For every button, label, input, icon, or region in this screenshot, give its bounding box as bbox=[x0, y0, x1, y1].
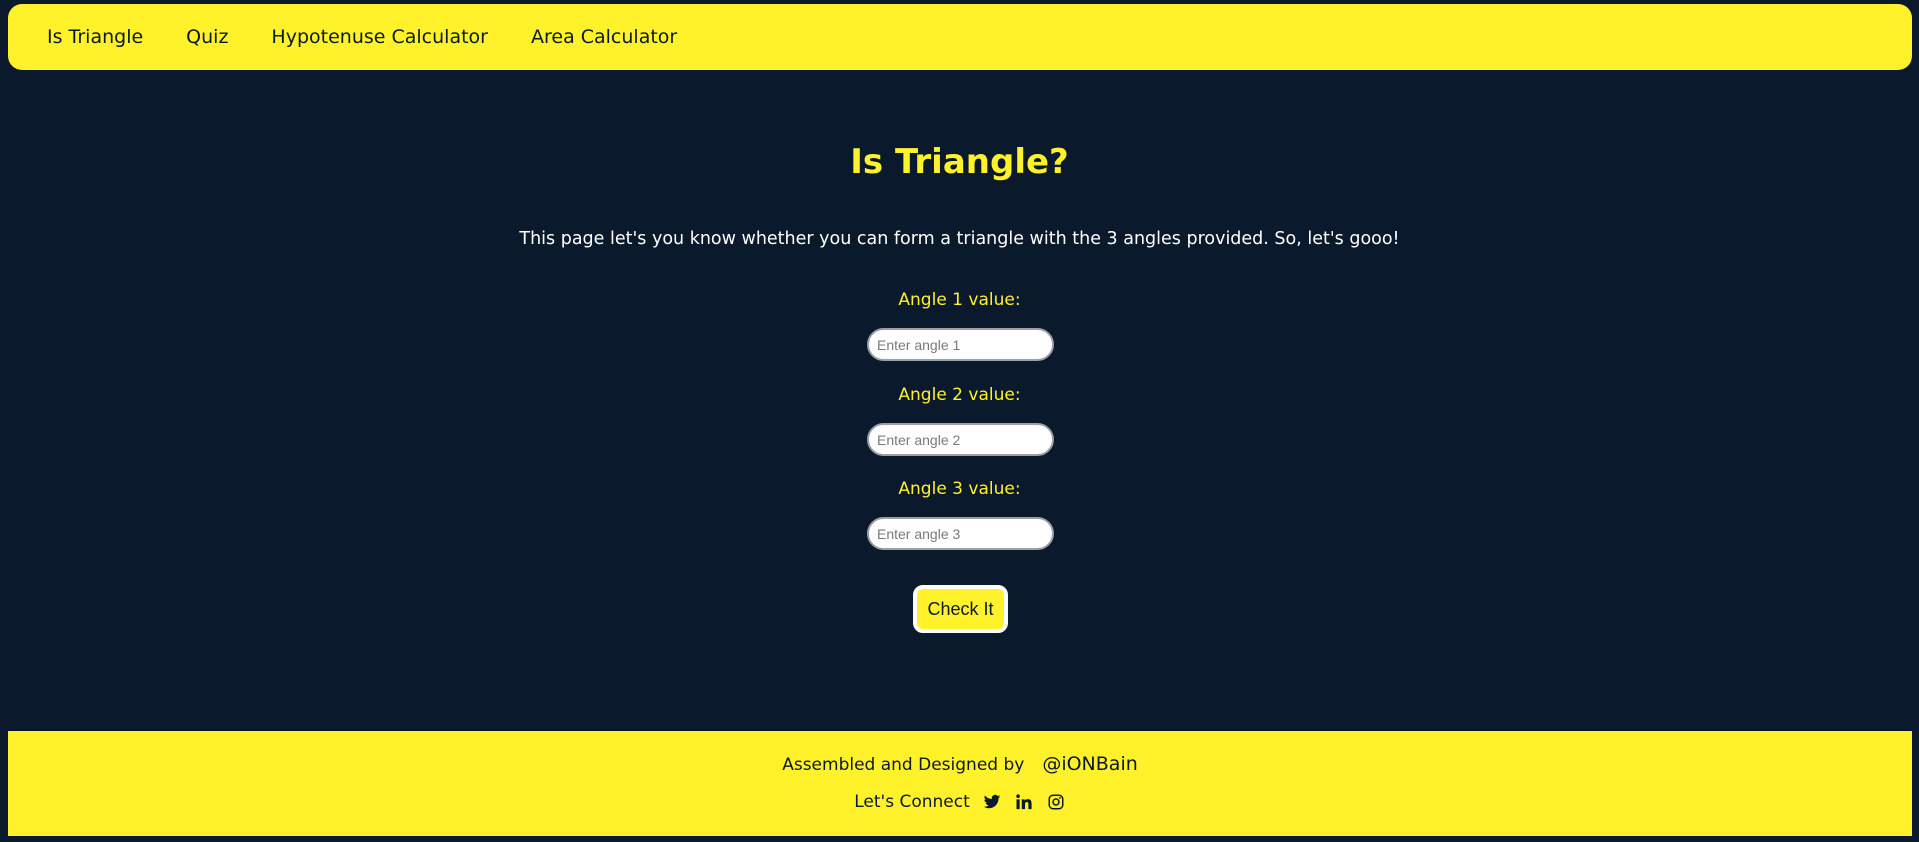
footer: Assembled and Designed by @iONBain Let's … bbox=[8, 731, 1912, 836]
nav-link-hypotenuse-calculator[interactable]: Hypotenuse Calculator bbox=[271, 26, 488, 48]
angle-1-label: Angle 1 value: bbox=[898, 290, 1021, 310]
angle-2-label: Angle 2 value: bbox=[898, 385, 1021, 405]
footer-connect: Let's Connect bbox=[8, 790, 1912, 814]
nav-link-quiz[interactable]: Quiz bbox=[186, 26, 228, 48]
nav-link-area-calculator[interactable]: Area Calculator bbox=[531, 26, 677, 48]
top-navbar: Is Triangle Quiz Hypotenuse Calculator A… bbox=[8, 4, 1912, 70]
angle-3-input[interactable] bbox=[867, 517, 1054, 550]
page-title: Is Triangle? bbox=[850, 142, 1069, 182]
instagram-icon[interactable] bbox=[1046, 792, 1066, 812]
credit-text: Assembled and Designed by bbox=[782, 755, 1025, 775]
angle-1-input[interactable] bbox=[867, 328, 1054, 361]
angle-2-input[interactable] bbox=[867, 423, 1054, 456]
intro-text: This page let's you know whether you can… bbox=[519, 229, 1400, 249]
linkedin-icon[interactable] bbox=[1014, 792, 1034, 812]
angle-3-label: Angle 3 value: bbox=[898, 479, 1021, 499]
check-it-button[interactable]: Check It bbox=[913, 585, 1008, 633]
twitter-icon[interactable] bbox=[982, 792, 1002, 812]
nav-link-is-triangle[interactable]: Is Triangle bbox=[47, 26, 143, 48]
connect-text: Let's Connect bbox=[854, 792, 970, 812]
footer-credit: Assembled and Designed by @iONBain bbox=[8, 752, 1912, 777]
author-handle-link[interactable]: @iONBain bbox=[1042, 753, 1137, 775]
